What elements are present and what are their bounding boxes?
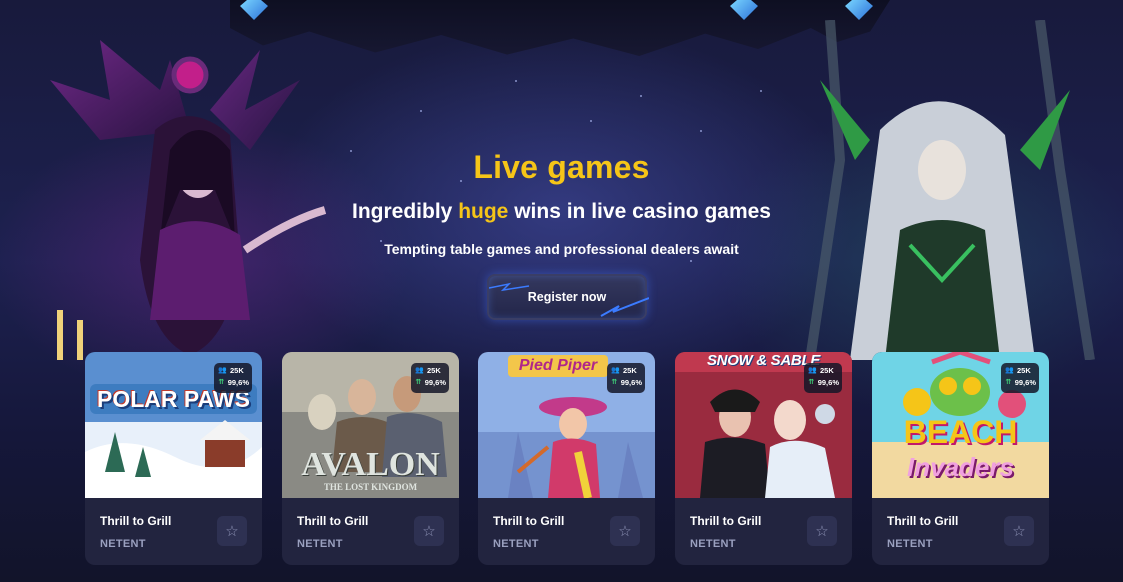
subtitle-text-end: wins in live casino games xyxy=(508,200,771,223)
game-provider: NETENT xyxy=(887,538,933,550)
game-thumbnail: BEACH Invaders 👥 25K ⇈ 99,6% xyxy=(872,352,1049,498)
players-count: 25K xyxy=(427,366,441,375)
rtp-icon: ⇈ xyxy=(611,379,618,386)
sorceress-illustration xyxy=(50,40,327,360)
rtp-icon: ⇈ xyxy=(218,379,225,386)
star-icon: ☆ xyxy=(422,523,436,540)
favorite-button[interactable]: ☆ xyxy=(807,516,837,546)
players-count: 25K xyxy=(230,366,244,375)
game-title: Thrill to Grill xyxy=(297,514,369,528)
game-thumbnail: POLAR PAWS 👥 25K ⇈ 99,6% xyxy=(85,352,262,498)
page-title: Live games xyxy=(473,149,650,185)
game-provider: NETENT xyxy=(100,538,146,550)
game-card[interactable]: BEACH Invaders 👥 25K ⇈ 99,6% Thrill to Gri… xyxy=(872,352,1049,565)
game-art-subtitle: Invaders xyxy=(907,452,1014,482)
players-count: 25K xyxy=(623,366,637,375)
users-icon: 👥 xyxy=(1005,367,1014,374)
register-label: Register now xyxy=(527,290,607,304)
game-stats-badge: 👥 25K ⇈ 99,6% xyxy=(411,363,449,393)
game-cards-row: POLAR PAWS 👥 25K ⇈ 99,6% Thrill to Grill N… xyxy=(85,352,1050,566)
game-thumbnail: AVALON THE LOST KINGDOM 👥 25K ⇈ 99,6% xyxy=(282,352,459,498)
favorite-button[interactable]: ☆ xyxy=(610,516,640,546)
favorite-button[interactable]: ☆ xyxy=(1004,516,1034,546)
star-icon: ☆ xyxy=(1012,523,1026,540)
game-art-title: BEACH xyxy=(903,414,1018,450)
star-icon: ☆ xyxy=(618,523,632,540)
subtitle-highlight: huge xyxy=(458,200,509,223)
game-art-title: Pied Piper xyxy=(508,355,608,377)
rtp-icon: ⇈ xyxy=(415,379,422,386)
users-icon: 👥 xyxy=(415,367,424,374)
game-title: Thrill to Grill xyxy=(493,514,565,528)
game-thumbnail: SNOW & SABLE 👥 25K ⇈ 99,6% xyxy=(675,352,852,498)
game-card[interactable]: AVALON THE LOST KINGDOM 👥 25K ⇈ 99,6% Thri… xyxy=(282,352,459,565)
players-count: 25K xyxy=(1017,366,1031,375)
hero-tagline: Tempting table games and professional de… xyxy=(384,241,739,257)
game-stats-badge: 👥 25K ⇈ 99,6% xyxy=(1001,363,1039,393)
game-card[interactable]: SNOW & SABLE 👥 25K ⇈ 99,6% Thrill to Grill… xyxy=(675,352,852,565)
star-icon: ☆ xyxy=(225,523,239,540)
users-icon: 👥 xyxy=(611,367,620,374)
rtp-icon: ⇈ xyxy=(1005,379,1012,386)
game-title: Thrill to Grill xyxy=(100,514,172,528)
favorite-button[interactable]: ☆ xyxy=(217,516,247,546)
game-title: Thrill to Grill xyxy=(690,514,762,528)
game-stats-badge: 👥 25K ⇈ 99,6% xyxy=(214,363,252,393)
users-icon: 👥 xyxy=(808,367,817,374)
rtp-icon: ⇈ xyxy=(808,379,815,386)
game-card[interactable]: Pied Piper 👥 25K ⇈ 99,6% Thrill to Grill N… xyxy=(478,352,655,565)
game-art-title: AVALON xyxy=(301,446,440,483)
rtp-value: 99,6% xyxy=(620,378,642,387)
game-card[interactable]: POLAR PAWS 👥 25K ⇈ 99,6% Thrill to Grill N… xyxy=(85,352,262,565)
rtp-value: 99,6% xyxy=(424,378,446,387)
register-button[interactable]: Register now xyxy=(487,274,649,320)
game-stats-badge: 👥 25K ⇈ 99,6% xyxy=(804,363,842,393)
rtp-value: 99,6% xyxy=(227,378,249,387)
game-thumbnail: Pied Piper 👥 25K ⇈ 99,6% xyxy=(478,352,655,498)
rtp-value: 99,6% xyxy=(1014,378,1036,387)
game-provider: NETENT xyxy=(297,538,343,550)
hero-subtitle: Ingredibly huge wins in live casino game… xyxy=(0,200,1123,224)
game-title: Thrill to Grill xyxy=(887,514,959,528)
game-provider: NETENT xyxy=(493,538,539,550)
game-stats-badge: 👥 25K ⇈ 99,6% xyxy=(607,363,645,393)
users-icon: 👥 xyxy=(218,367,227,374)
rtp-value: 99,6% xyxy=(817,378,839,387)
players-count: 25K xyxy=(820,366,834,375)
subtitle-text: Ingredibly xyxy=(352,200,459,223)
elf-illustration xyxy=(805,20,1095,360)
game-provider: NETENT xyxy=(690,538,736,550)
favorite-button[interactable]: ☆ xyxy=(414,516,444,546)
game-art-subtitle: THE LOST KINGDOM xyxy=(323,482,418,492)
star-icon: ☆ xyxy=(815,523,829,540)
